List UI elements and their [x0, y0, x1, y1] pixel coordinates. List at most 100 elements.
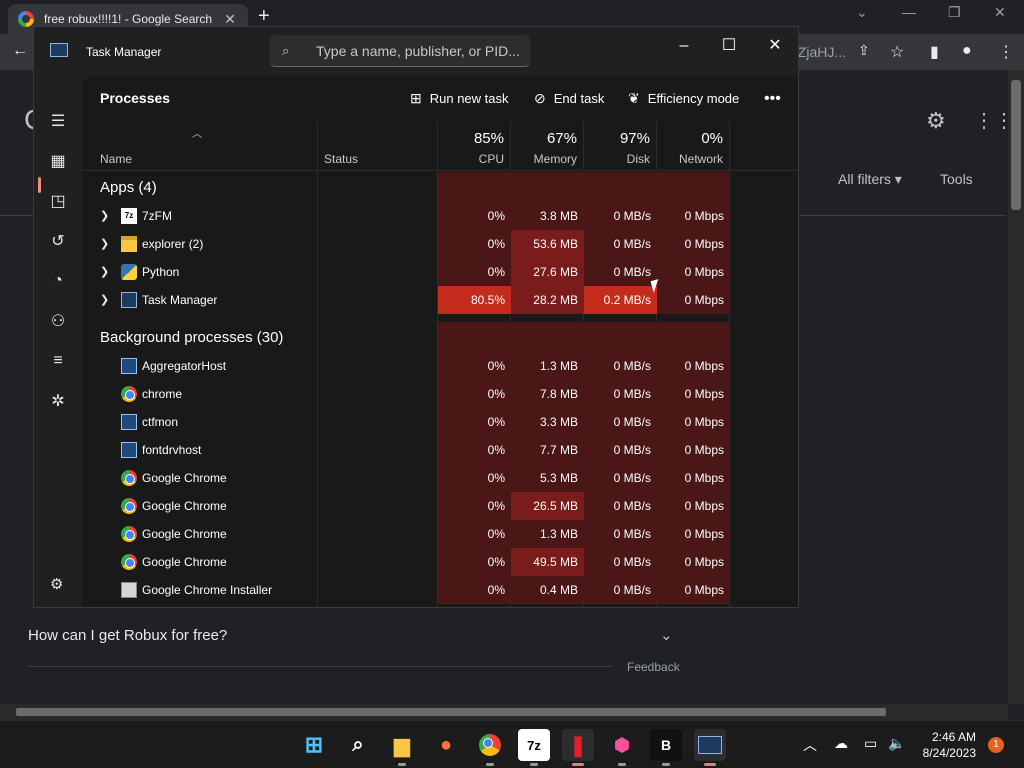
process-name: fontdrvhost [142, 443, 202, 457]
mem-cell: 5.3 MB [511, 464, 584, 492]
name-column-label: Name [100, 152, 133, 166]
horizontal-scrollbar[interactable] [0, 704, 1008, 720]
close-browser-icon[interactable]: ✕ [994, 4, 1006, 21]
taskmanager-icon[interactable] [694, 729, 726, 766]
mem-cell: 53.6 MB [511, 230, 584, 258]
tools-button[interactable]: Tools [940, 171, 973, 187]
process-name: ctfmon [142, 415, 179, 429]
efficiency-mode-button[interactable]: ❦ Efficiency mode [628, 90, 739, 107]
new-tab-button[interactable]: + [258, 6, 270, 26]
search-box[interactable]: ⌕ [270, 35, 530, 67]
app-history-icon[interactable]: ↺ [42, 225, 74, 257]
app-s-icon[interactable]: ⬢ [606, 729, 638, 766]
vertical-scrollbar[interactable] [1008, 70, 1024, 704]
back-icon[interactable]: ← [12, 42, 28, 60]
table-row[interactable]: AggregatorHost 0% 1.3 MB 0 MB/s 0 Mbps [82, 352, 798, 380]
net-cell: 0 Mbps [657, 380, 730, 408]
settings-gear-icon[interactable]: ⚙ [926, 108, 946, 134]
chevron-up-icon[interactable]: ︿ [803, 735, 817, 755]
background-group-header[interactable]: Background processes (30) [100, 329, 283, 346]
net-cell: 0 Mbps [657, 436, 730, 464]
processes-icon[interactable]: ▦ [42, 145, 74, 177]
cpu-cell: 0% [438, 352, 511, 380]
clock[interactable]: 2:46 AM 8/24/2023 [912, 729, 976, 761]
profile-icon[interactable]: ● [962, 42, 972, 60]
cloud-icon[interactable]: ☁ [834, 735, 848, 752]
status-column-header[interactable]: Status [318, 121, 438, 171]
search-icon[interactable]: ⌕ [342, 729, 374, 761]
run-new-task-button[interactable]: ⊞ Run new task [410, 90, 509, 107]
chevron-right-icon[interactable]: ❯ [100, 265, 109, 278]
details-icon[interactable]: ≡ [42, 345, 74, 377]
table-row[interactable]: ctfmon 0% 3.3 MB 0 MB/s 0 Mbps [82, 408, 798, 436]
minimize-button[interactable]: – [666, 33, 702, 59]
table-row[interactable]: Google Chrome 0% 1.3 MB 0 MB/s 0 Mbps [82, 520, 798, 548]
startup-apps-icon[interactable]: ◔ [42, 265, 74, 297]
notification-badge[interactable]: 1 [988, 737, 1004, 753]
share-icon[interactable]: ⇪ [858, 42, 870, 59]
apps-group-header[interactable]: Apps (4) [100, 179, 157, 196]
scroll-thumb[interactable] [1011, 80, 1021, 210]
network-icon[interactable]: ▭ [864, 735, 877, 752]
volume-icon[interactable]: 🔈 [888, 735, 905, 752]
minimize-browser-icon[interactable]: — [902, 4, 916, 20]
end-task-button[interactable]: ⊘ End task [534, 90, 604, 107]
chevron-right-icon[interactable]: ❯ [100, 237, 109, 250]
table-row[interactable]: ❯ 7z 7zFM 0% 3.8 MB 0 MB/s 0 Mbps [82, 202, 798, 230]
disk-column-header[interactable]: 97% Disk [584, 121, 657, 171]
process-list[interactable]: Apps (4) ❯ 7z 7zFM 0% 3.8 MB 0 MB/s 0 Mbps ❯ expl… [82, 172, 798, 607]
7zip-icon[interactable]: 7z [518, 729, 550, 766]
mem-cell: 27.6 MB [511, 258, 584, 286]
table-row[interactable]: ❯ explorer (2) 0% 53.6 MB 0 MB/s 0 Mbps [82, 230, 798, 258]
python-idle-icon[interactable]: ❚ [562, 729, 594, 766]
tab-search-icon[interactable]: ⌄ [856, 4, 868, 21]
chevron-right-icon[interactable]: ❯ [100, 209, 109, 222]
network-column-header[interactable]: 0% Network [657, 121, 730, 171]
cpu-cell: 80.5% [438, 286, 511, 314]
maximize-button[interactable]: ☐ [711, 33, 747, 59]
firefox-icon[interactable]: ● [430, 729, 462, 761]
close-tab-icon[interactable]: ✕ [222, 11, 238, 28]
window-icon [121, 442, 137, 458]
chevron-right-icon[interactable]: ❯ [100, 293, 109, 306]
settings-gear-icon[interactable]: ⚙ [50, 575, 63, 593]
app-b-icon[interactable]: B [650, 729, 682, 766]
table-row[interactable]: fontdrvhost 0% 7.7 MB 0 MB/s 0 Mbps [82, 436, 798, 464]
menu-dots-icon[interactable]: ⋮ [998, 42, 1014, 62]
table-row[interactable]: Google Chrome Installer 0% 0.4 MB 0 MB/s 0 M… [82, 576, 798, 604]
start-icon[interactable]: ⊞ [298, 729, 330, 761]
all-filters-button[interactable]: All filters ▾ [838, 171, 902, 188]
restore-browser-icon[interactable]: ❐ [948, 4, 961, 21]
table-row[interactable]: Google Chrome 0% 5.3 MB 0 MB/s 0 Mbps [82, 464, 798, 492]
table-row[interactable]: ❯ Task Manager 80.5% 28.2 MB 0.2 MB/s 0 Mbps [82, 286, 798, 314]
mem-cell: 3.8 MB [511, 202, 584, 230]
process-name: Google Chrome [142, 499, 227, 513]
file-explorer-icon[interactable]: ▆ [386, 729, 418, 766]
net-cell: 0 Mbps [657, 408, 730, 436]
feedback-link[interactable]: Feedback [627, 660, 680, 674]
more-options-icon[interactable]: ••• [764, 90, 781, 108]
table-row[interactable]: ❯ Python 0% 27.6 MB 0 MB/s 0 Mbps [82, 258, 798, 286]
process-name: AggregatorHost [142, 359, 227, 373]
memory-column-header[interactable]: 67% Memory [511, 121, 584, 171]
end-task-icon: ⊘ [534, 90, 546, 106]
sidepanel-icon[interactable]: ▮ [930, 42, 939, 62]
scroll-thumb[interactable] [16, 708, 886, 716]
chevron-down-icon[interactable]: ⌄ [660, 626, 673, 644]
close-button[interactable]: ✕ [757, 33, 793, 59]
bookmark-star-icon[interactable]: ☆ [890, 42, 904, 62]
services-icon[interactable]: ✲ [42, 385, 74, 417]
performance-icon[interactable]: ◳ [42, 185, 74, 217]
chrome-icon [121, 470, 137, 486]
table-row[interactable]: Google Chrome 0% 49.5 MB 0 MB/s 0 Mbps [82, 548, 798, 576]
process-name: Google Chrome [142, 555, 227, 569]
hamburger-menu-icon[interactable]: ☰ [42, 105, 74, 137]
name-column-header[interactable]: ︿ Name [82, 121, 318, 171]
users-icon[interactable]: ⚇ [42, 305, 74, 337]
chrome-icon[interactable] [474, 729, 506, 766]
search-input[interactable] [316, 41, 521, 61]
question-item[interactable]: How can I get Robux for free? [28, 627, 227, 644]
cpu-column-header[interactable]: 85% CPU [438, 121, 511, 171]
table-row[interactable]: Google Chrome 0% 26.5 MB 0 MB/s 0 Mbps [82, 492, 798, 520]
table-row[interactable]: chrome 0% 7.8 MB 0 MB/s 0 Mbps [82, 380, 798, 408]
